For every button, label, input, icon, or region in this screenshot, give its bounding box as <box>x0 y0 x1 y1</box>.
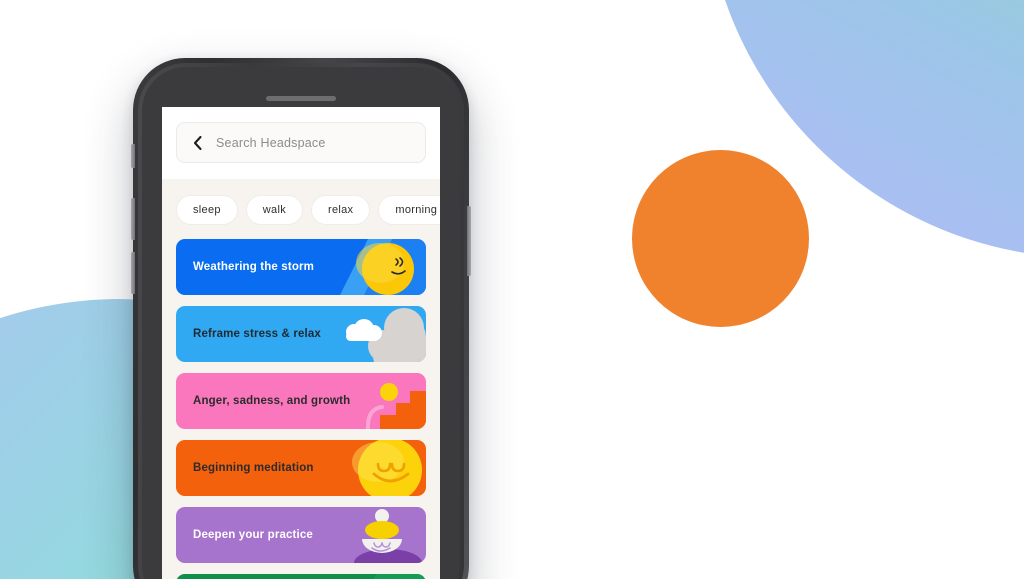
card-title: Anger, sadness, and growth <box>193 395 351 407</box>
course-card-deepen-your-practice[interactable]: Deepen your practice <box>176 507 426 563</box>
pill-label: walk <box>262 204 287 216</box>
screenshot-stage: Search Headspace sleep walk relax mornin… <box>0 0 1024 579</box>
pill-label: relax <box>328 204 354 216</box>
volume-down-button[interactable] <box>131 252 135 294</box>
course-card-beginning-meditation[interactable]: Beginning meditation <box>176 440 426 496</box>
card-title: Beginning meditation <box>193 462 314 474</box>
partial-card-art <box>346 574 426 579</box>
filter-pill-row[interactable]: sleep walk relax morning c <box>162 179 440 239</box>
search-header: Search Headspace <box>162 107 440 179</box>
course-card-reframe-stress-relax[interactable]: Reframe stress & relax <box>176 306 426 362</box>
filter-pill-morning[interactable]: morning <box>378 195 440 225</box>
card-title: Deepen your practice <box>193 529 313 541</box>
orange-circle-decoration <box>632 150 809 327</box>
stacked-stones-icon <box>340 507 426 563</box>
search-input[interactable]: Search Headspace <box>176 122 426 163</box>
smiling-sun-icon <box>334 440 426 496</box>
volume-up-button[interactable] <box>131 198 135 240</box>
power-button[interactable] <box>467 206 471 276</box>
search-placeholder-text: Search Headspace <box>216 135 326 150</box>
chevron-left-icon[interactable] <box>191 135 204 151</box>
course-card-weathering-the-storm[interactable]: Weathering the storm <box>176 239 426 295</box>
filter-pill-sleep[interactable]: sleep <box>176 195 238 225</box>
sleeping-sun-icon <box>334 239 426 295</box>
phone-screen: Search Headspace sleep walk relax mornin… <box>162 107 440 579</box>
filter-pill-relax[interactable]: relax <box>311 195 371 225</box>
course-card-list: Weathering the storm Reframe stress & re… <box>162 239 440 579</box>
course-card-partial-green[interactable] <box>176 574 426 579</box>
pill-label: sleep <box>193 204 221 216</box>
phone-mockup: Search Headspace sleep walk relax mornin… <box>131 58 471 579</box>
course-card-anger-sadness-growth[interactable]: Anger, sadness, and growth <box>176 373 426 429</box>
phone-bezel: Search Headspace sleep walk relax mornin… <box>142 67 460 579</box>
card-title: Weathering the storm <box>193 261 314 273</box>
clouds-icon <box>330 306 426 362</box>
top-right-gradient-blob <box>704 0 1024 258</box>
earpiece-speaker-icon <box>266 96 336 101</box>
stairs-sun-icon <box>340 373 426 429</box>
pill-label: morning <box>395 204 438 216</box>
silent-switch-button[interactable] <box>131 144 135 168</box>
card-title: Reframe stress & relax <box>193 328 321 340</box>
filter-pill-walk[interactable]: walk <box>245 195 304 225</box>
